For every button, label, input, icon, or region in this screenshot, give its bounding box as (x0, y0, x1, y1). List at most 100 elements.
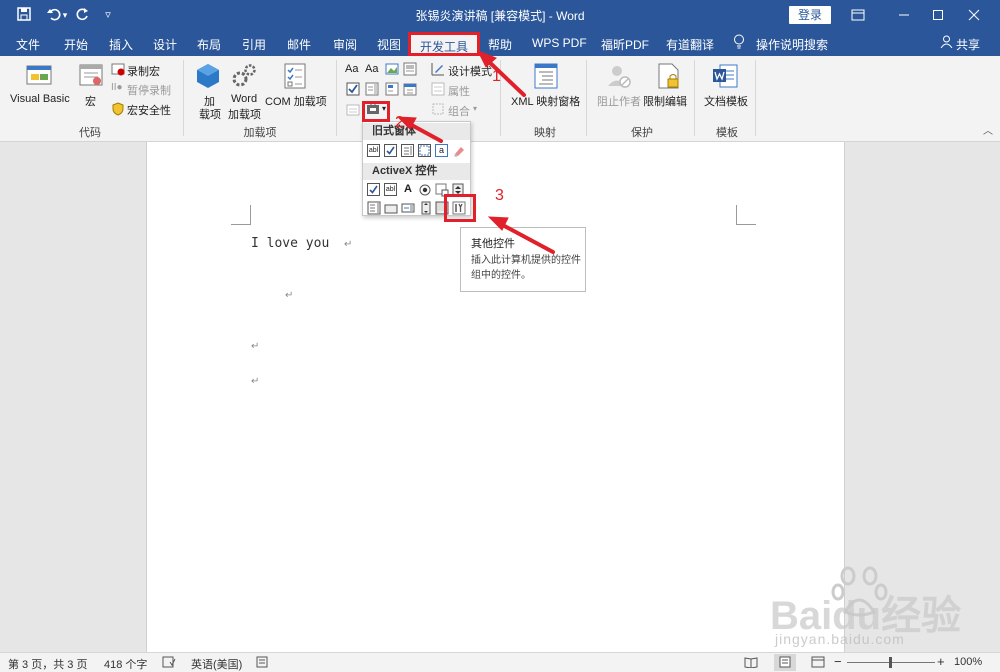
login-button[interactable]: 登录 (789, 6, 831, 24)
ribbon-display-options-icon[interactable] (838, 0, 878, 30)
tab-mailings[interactable]: 邮件 (287, 36, 311, 53)
web-layout-icon[interactable] (811, 656, 825, 671)
zoom-in-button[interactable]: + (937, 654, 945, 669)
document-text-line[interactable]: I love you (251, 236, 329, 251)
tell-me-search[interactable]: 操作说明搜索 (756, 36, 828, 53)
close-icon[interactable] (954, 0, 994, 30)
page-count[interactable]: 第 3 页，共 3 页 (8, 656, 87, 672)
legacy-checkbox-icon[interactable] (384, 144, 397, 157)
addins-icon[interactable] (195, 62, 221, 93)
activex-text-box-icon[interactable]: abl (384, 183, 397, 196)
pause-recording-button: 暂停录制 (127, 85, 171, 97)
tab-wps-pdf[interactable]: WPS PDF (532, 36, 587, 50)
group-icon (431, 102, 445, 119)
picture-control-icon[interactable] (385, 62, 399, 79)
xml-mapping-icon[interactable] (533, 62, 559, 93)
maximize-icon[interactable] (918, 0, 958, 30)
activex-scroll-bar-icon[interactable] (421, 201, 431, 218)
group-label-protect: 保护 (631, 127, 653, 139)
visual-basic-button[interactable]: Visual Basic (10, 93, 70, 105)
xml-mapping-pane-button[interactable]: XML 映射窗格 (511, 93, 580, 109)
proofing-icon[interactable] (162, 656, 176, 671)
activex-list-box-icon[interactable] (367, 201, 381, 218)
group-separator (336, 60, 337, 136)
tab-insert[interactable]: 插入 (109, 36, 133, 53)
collapse-ribbon-icon[interactable]: ︿ (983, 122, 993, 137)
annotation-box-legacy-tools (362, 101, 390, 122)
share-icon[interactable] (940, 35, 953, 51)
activex-label-icon[interactable]: A (404, 183, 412, 195)
addins-button-line2[interactable]: 载项 (199, 106, 221, 122)
dropdown-list-control-icon[interactable] (385, 82, 399, 99)
margin-corner-top-left (231, 205, 251, 225)
activex-checkbox-icon[interactable] (367, 183, 380, 196)
annotation-number-2: 2 (395, 114, 404, 131)
customize-toolbar-icon[interactable]: ▿ (98, 6, 118, 24)
zoom-level[interactable]: 100% (954, 656, 982, 668)
activex-combo-box-icon[interactable] (401, 201, 415, 218)
properties-icon (431, 82, 445, 99)
tab-review[interactable]: 审阅 (333, 36, 357, 53)
print-layout-icon[interactable] (774, 654, 796, 671)
document-page[interactable]: I love you ↵ ↵ ↵ ↵ (146, 142, 845, 652)
tab-foxit-pdf[interactable]: 福昕PDF (601, 36, 649, 53)
activex-command-button-icon[interactable] (384, 203, 398, 217)
tab-references[interactable]: 引用 (242, 36, 266, 53)
tab-youdao[interactable]: 有道翻译 (666, 36, 714, 53)
form-field-shading-icon[interactable]: a (435, 144, 448, 157)
legacy-text-field-icon[interactable]: abl (367, 144, 380, 157)
checkbox-control-icon[interactable] (346, 82, 360, 99)
share-button[interactable]: 共享 (956, 36, 980, 53)
word-addins-button-line2[interactable]: 加载项 (228, 106, 261, 122)
record-macro-button[interactable]: 录制宏 (127, 63, 160, 79)
macro-recording-icon[interactable] (256, 656, 268, 671)
language-indicator[interactable]: 英语(美国) (191, 656, 242, 672)
zoom-out-button[interactable]: − (834, 654, 842, 669)
group-separator (183, 60, 184, 136)
document-template-button[interactable]: 文档模板 (704, 93, 748, 109)
group-separator (755, 60, 756, 136)
com-addins-icon[interactable] (282, 62, 308, 93)
block-authors-button: 阻止作者 (597, 96, 641, 108)
restrict-editing-button[interactable]: 限制编辑 (643, 93, 687, 109)
tab-layout[interactable]: 布局 (197, 36, 221, 53)
record-macro-icon[interactable] (111, 62, 125, 79)
combobox-control-icon[interactable] (365, 82, 379, 99)
com-addins-button[interactable]: COM 加载项 (265, 93, 327, 109)
word-addins-icon[interactable] (231, 62, 257, 93)
building-block-control-icon[interactable] (403, 62, 417, 79)
word-count[interactable]: 418 个字 (104, 656, 147, 672)
legacy-dropdown-field-icon[interactable] (401, 144, 414, 157)
tab-file[interactable]: 文件 (16, 36, 40, 53)
tab-view[interactable]: 视图 (377, 36, 401, 53)
document-template-icon[interactable] (711, 62, 739, 93)
insert-frame-icon[interactable] (418, 144, 431, 157)
tab-home[interactable]: 开始 (64, 36, 88, 53)
title-bar: ▾ ▿ 张锡炎演讲稿 [兼容模式] - Word 登录 (0, 0, 1000, 30)
visual-basic-icon[interactable] (25, 62, 53, 93)
zoom-slider-thumb[interactable] (889, 657, 892, 668)
macro-security-button[interactable]: 宏安全性 (127, 102, 171, 118)
design-mode-button[interactable]: 设计模式 (448, 63, 492, 79)
date-picker-control-icon[interactable] (403, 82, 417, 99)
lightbulb-icon[interactable] (733, 34, 745, 52)
group-label-mapping: 映射 (534, 127, 556, 139)
macros-button[interactable]: 宏 (85, 93, 96, 109)
redo-icon[interactable] (72, 6, 92, 24)
undo-dropdown-icon[interactable]: ▾ (60, 6, 70, 24)
activex-option-button-icon[interactable] (419, 184, 431, 199)
save-icon[interactable] (14, 6, 34, 24)
word-addins-button-line1[interactable]: Word (231, 93, 257, 105)
read-mode-icon[interactable] (744, 656, 758, 671)
macros-icon[interactable] (77, 62, 105, 93)
tab-design[interactable]: 设计 (153, 36, 177, 53)
plain-text-control-icon[interactable]: Aa (365, 63, 378, 75)
design-mode-icon[interactable] (431, 62, 445, 79)
reset-form-fields-icon[interactable] (452, 144, 466, 161)
rich-text-control-icon[interactable]: Aa (345, 63, 358, 75)
macro-security-icon[interactable] (111, 102, 125, 119)
restrict-editing-icon[interactable] (656, 62, 682, 93)
block-authors-icon (605, 62, 633, 93)
tab-developer[interactable]: 开发工具 (408, 32, 480, 56)
tab-help[interactable]: 帮助 (488, 36, 512, 53)
